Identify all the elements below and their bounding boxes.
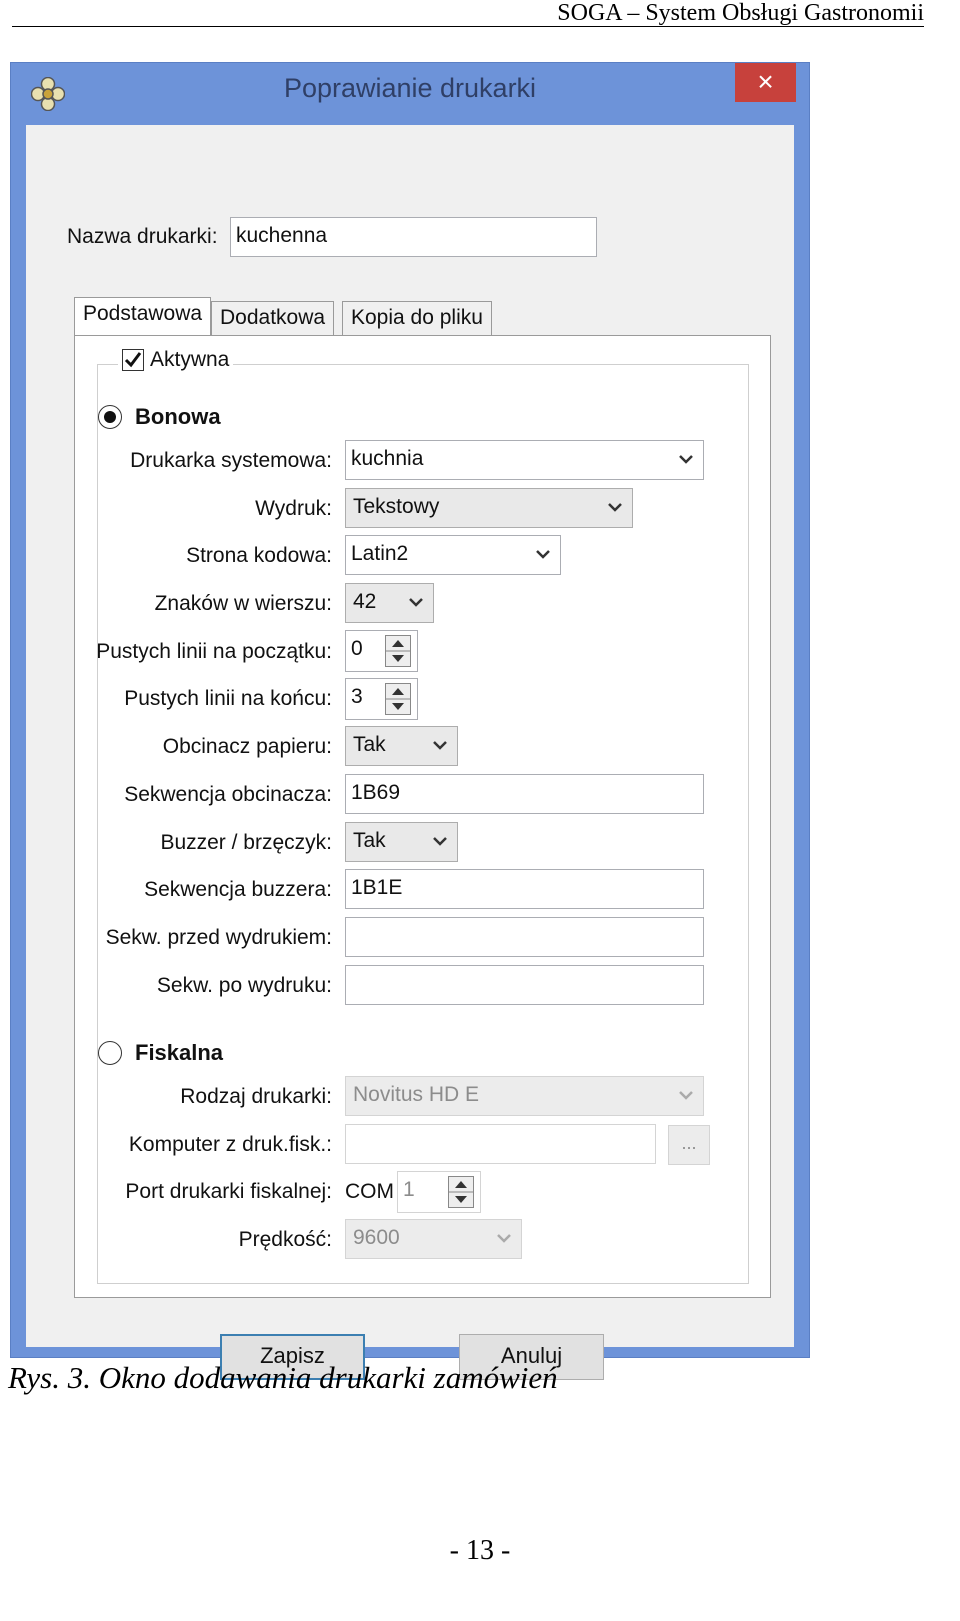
cutter-sequence-input[interactable]: 1B69 — [345, 774, 704, 814]
dialog-client-area: Nazwa drukarki: kuchenna Podstawowa Doda… — [26, 125, 794, 1380]
system-printer-select[interactable]: kuchnia — [345, 440, 704, 480]
chevron-down-icon — [608, 503, 622, 512]
active-checkbox-label: Aktywna — [150, 348, 230, 371]
chevron-down-icon — [536, 550, 550, 559]
printer-type-value: Novitus HD E — [353, 1083, 480, 1106]
tab-kopia-do-pliku[interactable]: Kopia do pliku — [342, 301, 492, 337]
tab-dodatkowa[interactable]: Dodatkowa — [211, 301, 335, 337]
printer-type-label: Rodzaj drukarki: — [180, 1085, 332, 1108]
chars-per-line-select[interactable]: 42 — [345, 583, 434, 623]
paper-cutter-label: Obcinacz papieru: — [162, 735, 332, 758]
fiscal-computer-label: Komputer z druk.fisk.: — [128, 1133, 332, 1156]
buzzer-sequence-input[interactable]: 1B1E — [345, 869, 704, 909]
page-number: - 13 - — [449, 1535, 511, 1566]
seq-before-input[interactable] — [345, 917, 704, 957]
document-header-text: SOGA – System Obsługi Gastronomii — [557, 0, 924, 26]
chevron-down-icon — [679, 455, 693, 464]
code-page-label: Strona kodowa: — [186, 544, 332, 567]
printer-name-input[interactable]: kuchenna — [230, 217, 597, 257]
fiscal-port-prefix: COM — [345, 1180, 394, 1203]
close-button[interactable]: × — [735, 63, 796, 102]
blank-lines-end-label: Pustych linii na końcu: — [124, 687, 332, 710]
printer-type-select[interactable]: Novitus HD E — [345, 1076, 704, 1116]
spin-arrows-icon[interactable] — [385, 683, 411, 715]
figure-caption: Rys. 3. Okno dodawania drukarki zamówień — [8, 1360, 558, 1395]
blank-lines-end-value: 3 — [351, 685, 363, 708]
system-printer-value: kuchnia — [351, 447, 424, 470]
buzzer-select[interactable]: Tak — [345, 822, 458, 862]
paper-cutter-select[interactable]: Tak — [345, 726, 458, 766]
chevron-down-icon — [409, 598, 423, 607]
browse-button[interactable]: ... — [668, 1125, 710, 1165]
fiscal-speed-select[interactable]: 9600 — [345, 1219, 522, 1259]
spin-arrows-icon[interactable] — [448, 1176, 474, 1208]
blank-lines-start-value: 0 — [351, 637, 363, 660]
fiscal-port-label: Port drukarki fiskalnej: — [125, 1180, 332, 1203]
fiscal-port-value: 1 — [403, 1178, 415, 1201]
radio-fiskalna[interactable] — [98, 1041, 122, 1065]
seq-before-label: Sekw. przed wydrukiem: — [105, 926, 332, 949]
buzzer-value: Tak — [353, 829, 386, 852]
cutter-sequence-label: Sekwencja obcinacza: — [124, 783, 332, 806]
printout-select[interactable]: Tekstowy — [345, 488, 633, 528]
chevron-down-icon — [679, 1091, 693, 1100]
document-header: SOGA – System Obsługi Gastronomii — [12, 0, 924, 27]
chars-per-line-label: Znaków w wierszu: — [154, 592, 332, 615]
radio-selected-dot — [104, 411, 116, 423]
radio-bonowa-label: Bonowa — [135, 404, 221, 429]
checkmark-icon — [124, 352, 142, 368]
printer-edit-dialog: Poprawianie drukarki × Nazwa drukarki: k… — [10, 62, 810, 1380]
chevron-down-icon — [433, 837, 447, 846]
buzzer-label: Buzzer / brzęczyk: — [160, 831, 332, 854]
fiscal-speed-value: 9600 — [353, 1226, 400, 1249]
fiscal-port-spinner[interactable]: 1 — [397, 1171, 481, 1213]
blank-lines-start-spinner[interactable]: 0 — [345, 630, 418, 672]
spin-arrows-icon[interactable] — [385, 635, 411, 667]
chars-per-line-value: 42 — [353, 590, 377, 613]
seq-after-label: Sekw. po wydruku: — [156, 974, 332, 997]
radio-fiskalna-label: Fiskalna — [135, 1040, 224, 1065]
code-page-select[interactable]: Latin2 — [345, 535, 561, 575]
system-printer-label: Drukarka systemowa: — [130, 449, 332, 472]
paper-cutter-value: Tak — [353, 733, 386, 756]
chevron-down-icon — [433, 741, 447, 750]
blank-lines-start-label: Pustych linii na początku: — [96, 640, 332, 663]
fiscal-computer-input[interactable] — [345, 1124, 656, 1164]
blank-lines-end-spinner[interactable]: 3 — [345, 678, 418, 720]
printout-label: Wydruk: — [255, 497, 332, 520]
code-page-value: Latin2 — [351, 542, 409, 565]
active-checkbox[interactable] — [122, 349, 144, 371]
fiscal-speed-label: Prędkość: — [238, 1228, 332, 1251]
seq-after-input[interactable] — [345, 965, 704, 1005]
printout-value: Tekstowy — [353, 495, 440, 518]
close-icon: × — [757, 66, 774, 97]
buzzer-sequence-label: Sekwencja buzzera: — [144, 878, 332, 901]
radio-bonowa[interactable] — [98, 405, 122, 429]
active-checkbox-row[interactable]: Aktywna — [118, 348, 234, 372]
printer-name-label: Nazwa drukarki: — [67, 225, 218, 248]
window-title: Poprawianie drukarki — [283, 73, 537, 103]
tab-podstawowa[interactable]: Podstawowa — [74, 297, 212, 337]
chevron-down-icon — [497, 1234, 511, 1243]
